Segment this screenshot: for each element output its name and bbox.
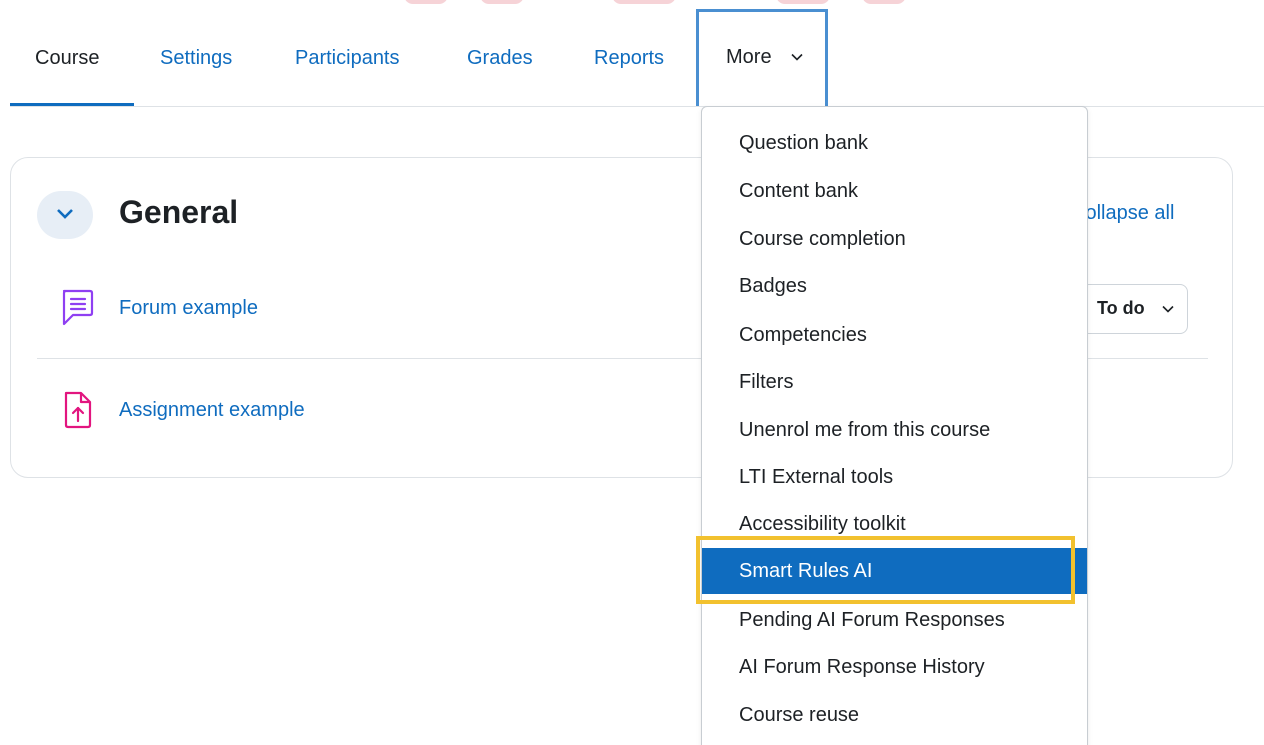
menu-item-filters[interactable]: Filters xyxy=(702,359,1087,405)
tab-grades[interactable]: Grades xyxy=(467,45,533,71)
completion-status-button[interactable]: To do xyxy=(1081,284,1188,334)
assignment-icon xyxy=(64,391,92,429)
menu-item-course-reuse[interactable]: Course reuse xyxy=(702,692,1087,738)
menu-item-course-completion[interactable]: Course completion xyxy=(702,216,1087,262)
tab-reports[interactable]: Reports xyxy=(594,45,664,71)
chevron-down-icon xyxy=(57,209,73,219)
menu-item-competencies[interactable]: Competencies xyxy=(702,312,1087,358)
menu-item-content-bank[interactable]: Content bank xyxy=(702,168,1087,214)
more-dropdown-menu: Question bank Content bank Course comple… xyxy=(701,106,1088,745)
chevron-down-icon xyxy=(791,53,803,61)
menu-item-question-bank[interactable]: Question bank xyxy=(702,120,1087,166)
section-collapse-button[interactable] xyxy=(37,191,93,239)
chevron-down-icon xyxy=(1162,305,1174,313)
tab-more[interactable]: More xyxy=(696,9,828,107)
menu-item-lti-external-tools[interactable]: LTI External tools xyxy=(702,454,1087,500)
menu-item-unenrol[interactable]: Unenrol me from this course xyxy=(702,407,1087,453)
tab-participants[interactable]: Participants xyxy=(295,45,400,71)
secondary-navigation: Course Settings Participants Grades Repo… xyxy=(0,0,1264,107)
completion-status-label: To do xyxy=(1097,298,1145,318)
tab-course[interactable]: Course xyxy=(35,45,99,71)
activity-link-assignment[interactable]: Assignment example xyxy=(119,399,305,422)
forum-icon xyxy=(62,289,94,326)
activity-link-forum[interactable]: Forum example xyxy=(119,297,258,320)
tab-more-label: More xyxy=(726,46,772,68)
menu-item-ai-forum-response-history[interactable]: AI Forum Response History xyxy=(702,644,1087,690)
menu-item-badges[interactable]: Badges xyxy=(702,263,1087,309)
tab-settings[interactable]: Settings xyxy=(160,45,232,71)
section-title: General xyxy=(119,194,239,230)
selection-highlight-box xyxy=(696,536,1075,604)
